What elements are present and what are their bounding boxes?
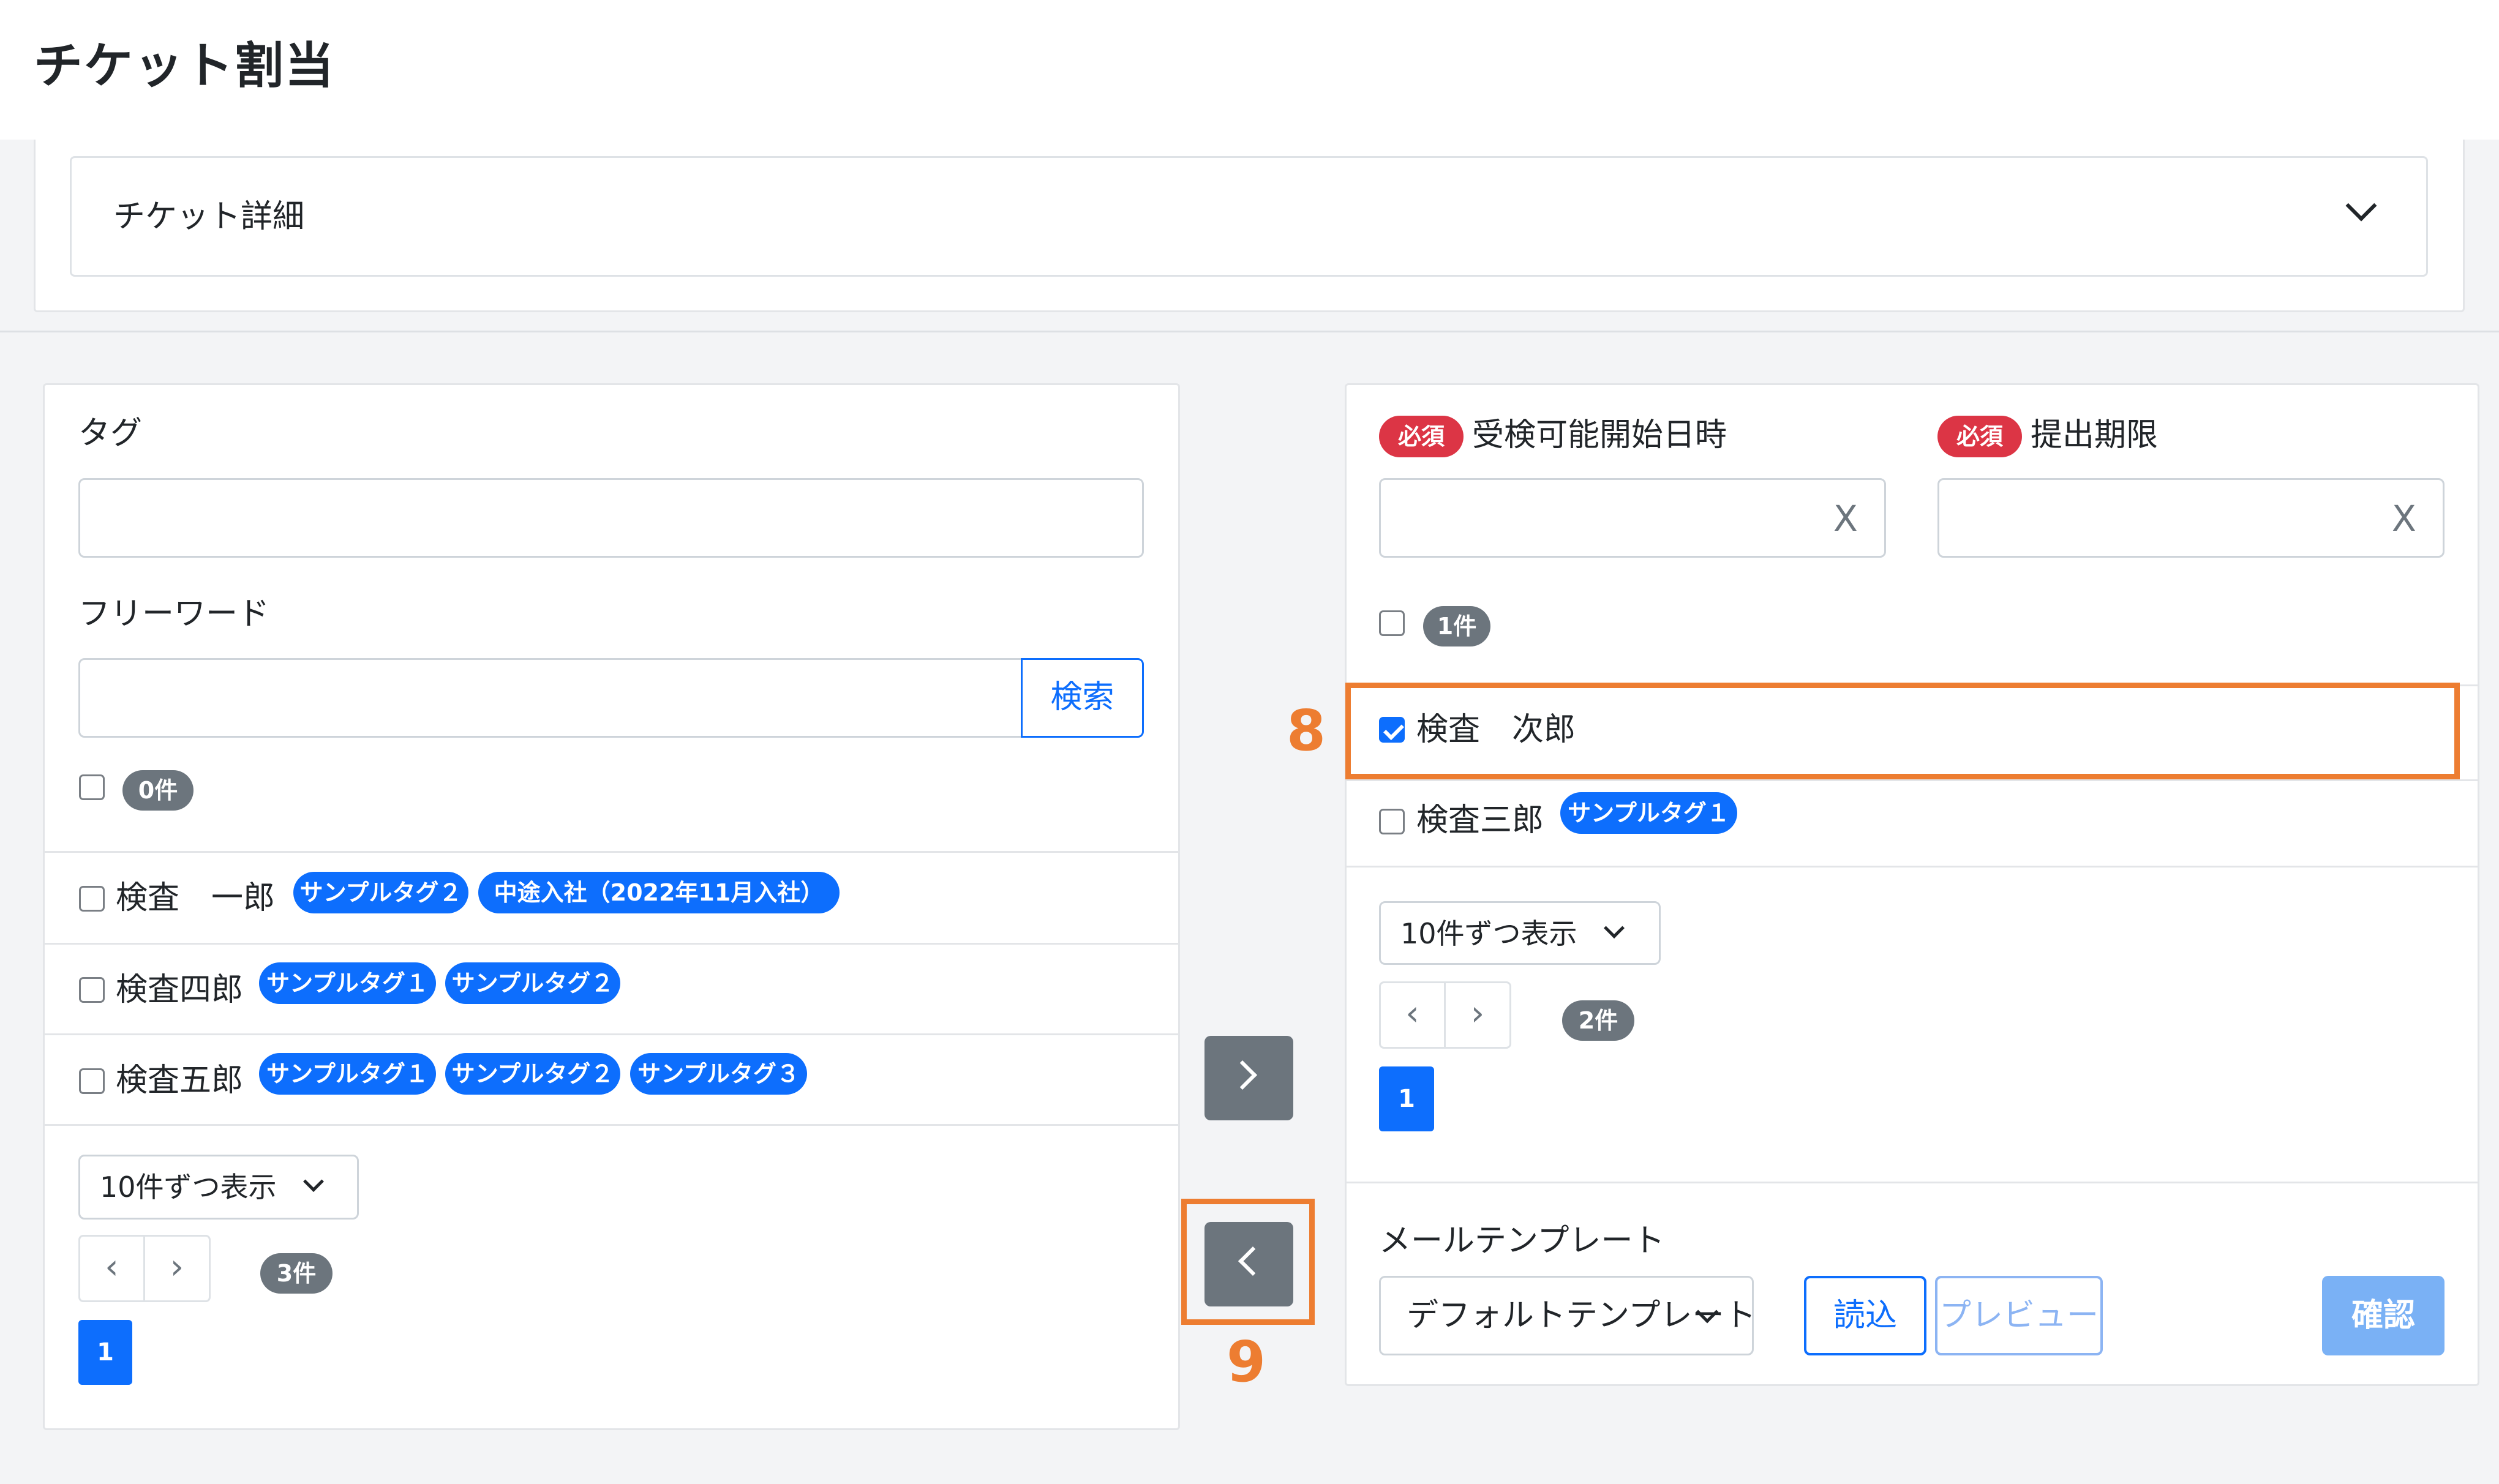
ticket-detail-label: チケット詳細 xyxy=(113,198,305,235)
tag-badge: サンプルタグ１ xyxy=(259,962,436,1004)
chevron-left-icon xyxy=(1238,1246,1268,1276)
row-checkbox[interactable] xyxy=(1379,809,1405,834)
right-total-badge: 2件 xyxy=(1562,1000,1634,1041)
freeword-input[interactable] xyxy=(78,658,1023,738)
load-button[interactable]: 読込 xyxy=(1804,1276,1926,1355)
tag-badge: サンプルタグ２ xyxy=(293,872,468,913)
row-checkbox[interactable] xyxy=(79,886,105,912)
candidate-name: 検査 一郎 xyxy=(116,880,276,916)
tag-badge: サンプルタグ３ xyxy=(630,1053,807,1095)
row-checkbox[interactable] xyxy=(79,1068,105,1094)
tag-badge: サンプルタグ２ xyxy=(445,1053,620,1095)
start-datetime-label: 受検可能開始日時 xyxy=(1472,417,1727,454)
candidate-name: 検査三郎 xyxy=(1416,802,1544,839)
page-size-value: 10件ずつ表示 xyxy=(100,1171,277,1204)
start-datetime-input[interactable] xyxy=(1379,478,1886,558)
annotation-number-9: 9 xyxy=(1227,1329,1266,1395)
required-badge: 必須 xyxy=(1937,416,2022,457)
freeword-label: フリーワード xyxy=(78,596,270,632)
candidate-name: 検査五郎 xyxy=(116,1062,244,1099)
search-button[interactable]: 検索 xyxy=(1021,658,1144,738)
left-total-badge: 3件 xyxy=(260,1253,333,1294)
page-size-value: 10件ずつ表示 xyxy=(1400,917,1577,950)
row-divider xyxy=(45,1033,1178,1035)
next-page-icon[interactable]: › xyxy=(145,1237,209,1300)
candidate-name: 検査四郎 xyxy=(116,972,244,1008)
row-divider xyxy=(1347,779,2478,781)
select-all-checkbox-right[interactable] xyxy=(1379,610,1405,636)
tag-badge: サンプルタグ１ xyxy=(1560,792,1737,834)
preview-button[interactable]: プレビュー xyxy=(1935,1276,2103,1355)
row-divider xyxy=(45,1124,1178,1126)
deadline-label: 提出期限 xyxy=(2031,417,2159,454)
right-selected-count-badge: 1件 xyxy=(1423,606,1490,646)
row-divider xyxy=(1347,866,2478,868)
clear-start-datetime-icon[interactable]: X xyxy=(1833,497,1858,540)
mail-template-label: メールテンプレート xyxy=(1379,1223,1665,1259)
section-divider xyxy=(1347,1182,2478,1183)
row-divider xyxy=(45,851,1178,853)
chevron-right-icon xyxy=(1227,1060,1258,1090)
left-selected-count-badge: 0件 xyxy=(122,770,194,811)
deadline-input[interactable] xyxy=(1937,478,2445,558)
move-right-button[interactable] xyxy=(1204,1036,1293,1120)
clear-deadline-icon[interactable]: X xyxy=(2392,497,2416,540)
annotation-box-8 xyxy=(1345,683,2460,779)
row-checkbox[interactable] xyxy=(79,977,105,1003)
tag-badge: サンプルタグ１ xyxy=(259,1053,436,1095)
select-all-checkbox-left[interactable] xyxy=(79,774,105,800)
page-1-button[interactable]: 1 xyxy=(1379,1066,1434,1131)
required-badge: 必須 xyxy=(1379,416,1464,457)
page-header xyxy=(0,0,2499,140)
next-page-icon[interactable]: › xyxy=(1446,983,1509,1047)
tag-input[interactable] xyxy=(78,478,1144,558)
row-divider xyxy=(45,943,1178,945)
mail-template-select[interactable]: デフォルトテンプレート xyxy=(1379,1276,1756,1355)
tag-label: タグ xyxy=(78,415,143,452)
tag-badge: 中途入社（2022年11月入社） xyxy=(478,872,840,913)
prev-page-icon[interactable]: ‹ xyxy=(80,1237,143,1300)
section-divider xyxy=(0,331,2499,332)
annotation-number-8: 8 xyxy=(1287,698,1326,763)
page-title: チケット割当 xyxy=(34,37,335,94)
move-left-button[interactable] xyxy=(1204,1222,1293,1306)
prev-page-icon[interactable]: ‹ xyxy=(1381,983,1444,1047)
confirm-button[interactable]: 確認 xyxy=(2322,1276,2445,1355)
tag-badge: サンプルタグ２ xyxy=(445,962,620,1004)
page-1-button[interactable]: 1 xyxy=(78,1320,132,1385)
ticket-detail-accordion[interactable] xyxy=(70,156,2428,277)
